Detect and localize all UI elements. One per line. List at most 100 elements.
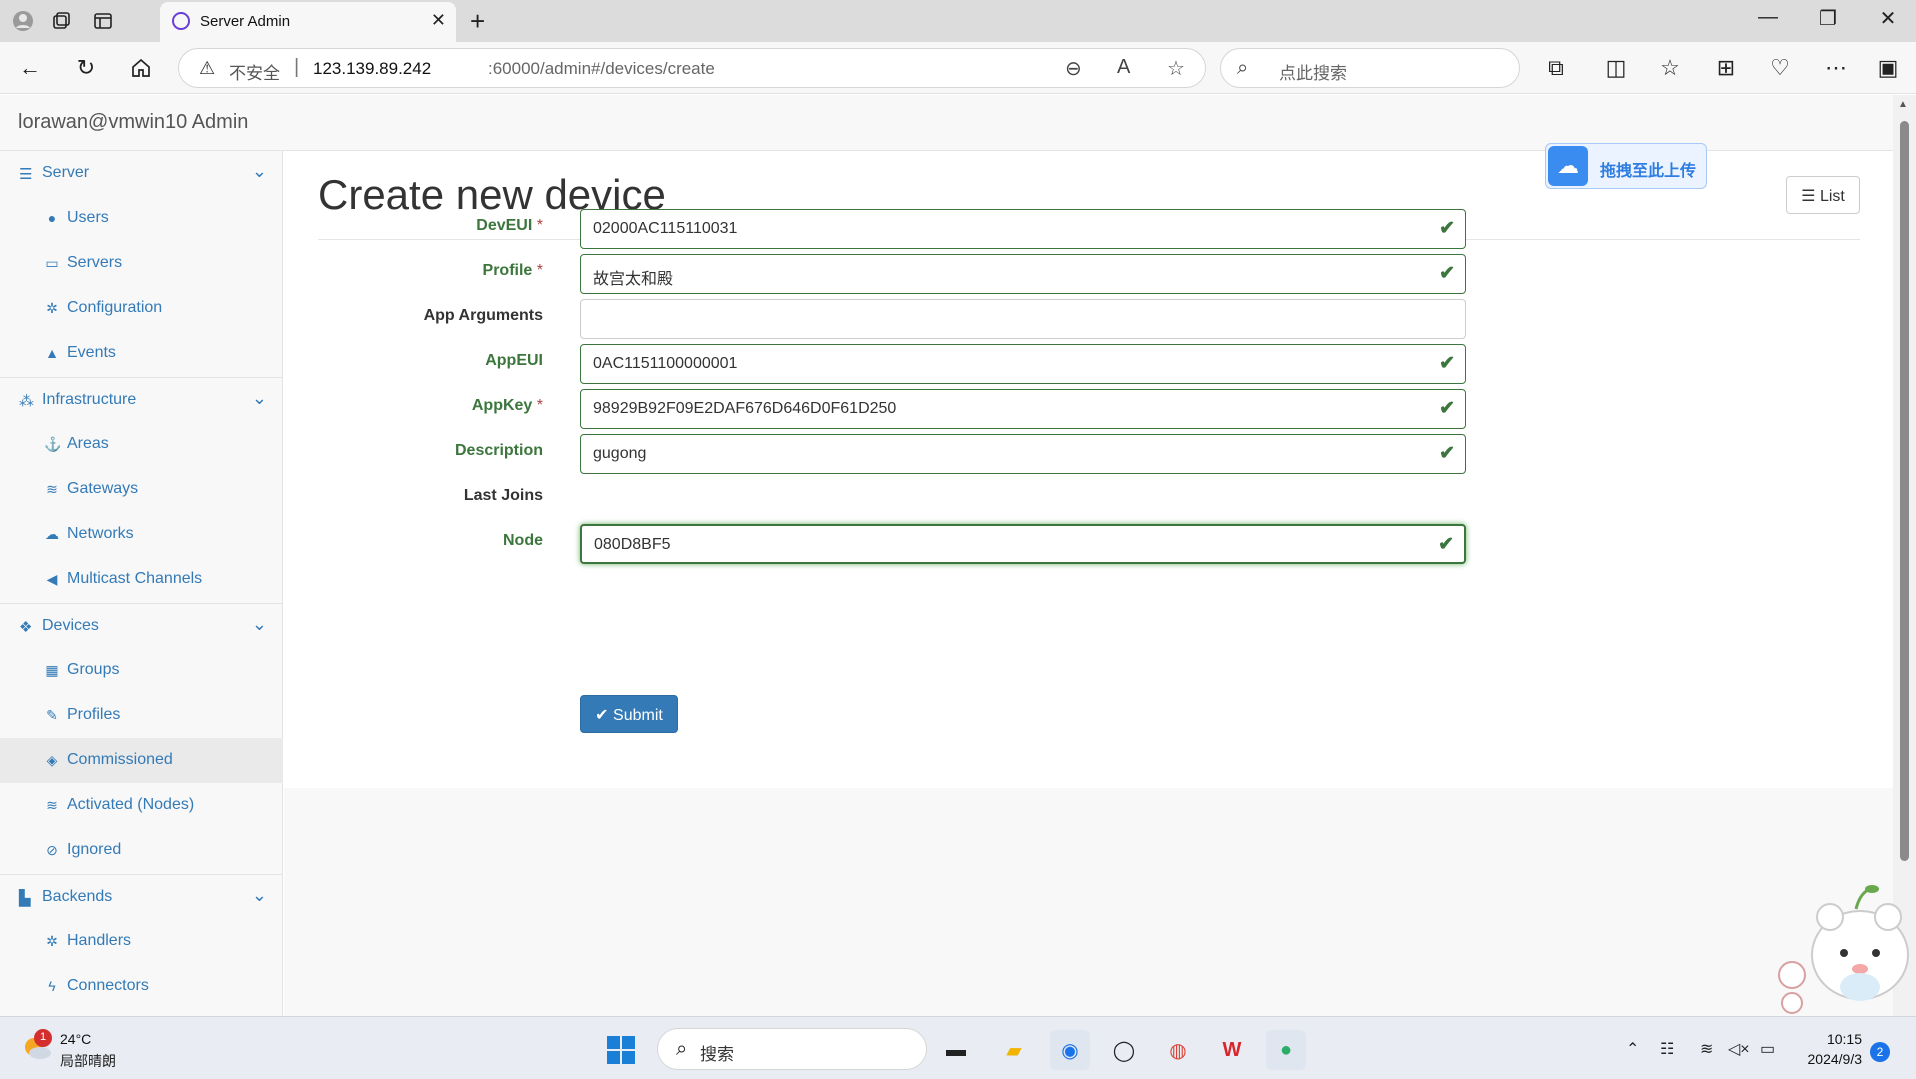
wechat-icon[interactable]: ● <box>1266 1030 1306 1070</box>
bolt-icon: ϟ <box>48 978 56 994</box>
sidebar-item-connectors[interactable]: ϟ Connectors <box>0 964 283 1009</box>
appkey-input[interactable]: 98929B92F09E2DAF676D646D0F61D250 ✔ <box>580 389 1466 429</box>
tray-overflow-icon[interactable]: ⌃ <box>1626 1039 1639 1059</box>
sidebar-item-configuration[interactable]: ✲ Configuration <box>0 286 283 331</box>
app-arguments-input[interactable] <box>580 299 1466 339</box>
wifi-icon[interactable]: ≋ <box>1700 1039 1713 1059</box>
chevron-down-icon: ⌄ <box>251 388 267 408</box>
new-tab-icon[interactable]: + <box>470 6 485 37</box>
refresh-icon[interactable]: ↻ <box>72 54 100 82</box>
appeui-input[interactable]: 0AC1151100000001 ✔ <box>580 344 1466 384</box>
node-input[interactable]: 080D8BF5 ✔ <box>580 524 1466 564</box>
back-icon[interactable]: ← <box>16 54 44 82</box>
favorites-icon[interactable]: ☆ <box>1656 54 1684 82</box>
field-label-appeui: AppEUI <box>284 352 543 370</box>
field-label-text: Description <box>454 442 543 459</box>
sidebar-group-infrastructure[interactable]: ⁂ Infrastructure ⌄ <box>0 377 283 422</box>
browser-essentials-icon[interactable]: ♡ <box>1766 54 1794 82</box>
vertical-tabs-icon[interactable] <box>90 8 116 34</box>
check-icon: ✔ <box>1439 443 1455 464</box>
sidebar-item-multicast-channels[interactable]: ◀ Multicast Channels <box>0 557 283 602</box>
sidebar-item-events[interactable]: ▲ Events <box>0 331 283 376</box>
field-label-text: App Arguments <box>423 307 543 324</box>
sidebar-group-backends[interactable]: ▙ Backends ⌄ <box>0 874 283 919</box>
close-tab-icon[interactable]: ✕ <box>431 10 446 31</box>
warning-icon[interactable]: ⚠ <box>199 58 215 79</box>
profile-select[interactable]: 故宫太和殿 ✔ <box>580 254 1466 294</box>
list-button-label: List <box>1819 188 1845 205</box>
sidebar-item-servers[interactable]: ▭ Servers <box>0 241 283 286</box>
app-brand[interactable]: lorawan@vmwin10 Admin <box>18 111 248 134</box>
upload-widget-label: 拖拽至此上传 <box>1600 163 1697 180</box>
deveui-input[interactable]: 02000AC115110031 ✔ <box>580 209 1466 249</box>
sidebar-item-groups[interactable]: ▦ Groups <box>0 648 283 693</box>
submit-button[interactable]: ✔ Submit <box>580 695 678 733</box>
required-marker: * <box>536 262 543 279</box>
notification-badge[interactable]: 2 <box>1870 1042 1890 1062</box>
upload-widget[interactable]: ☁ 拖拽至此上传 <box>1545 143 1707 189</box>
profile-icon[interactable] <box>10 8 36 34</box>
tab-title: Server Admin <box>200 13 291 30</box>
read-aloud-icon[interactable]: A <box>1117 56 1130 79</box>
clock-date[interactable]: 2024/9/3 <box>1792 1051 1863 1067</box>
collections-icon[interactable]: ⊞ <box>1712 54 1740 82</box>
cubes-icon: ❖ <box>19 619 33 636</box>
input-method-icon[interactable]: ☷ <box>1660 1039 1674 1059</box>
workspaces-icon[interactable] <box>48 8 74 34</box>
restore-icon[interactable]: ❐ <box>1808 6 1848 31</box>
sidebar: ☰ Server ⌄ ● Users ▭ Servers ✲ Configura… <box>0 151 283 1016</box>
weather-temperature[interactable]: 24°C <box>60 1031 91 1047</box>
sidebar-toggle-icon[interactable]: ▣ <box>1874 54 1902 82</box>
dell-icon[interactable]: ◯ <box>1104 1030 1144 1070</box>
wps-office-icon[interactable]: W <box>1212 1030 1252 1070</box>
extensions-icon[interactable]: ⧉ <box>1542 54 1570 82</box>
more-icon[interactable]: ⋯ <box>1822 54 1850 82</box>
battery-icon[interactable]: ▭ <box>1760 1039 1775 1059</box>
chevron-down-icon: ⌄ <box>251 161 267 181</box>
desktop-icon: ▭ <box>45 255 59 271</box>
search-icon: ⌕ <box>1237 57 1249 79</box>
favorite-star-icon[interactable]: ☆ <box>1167 56 1185 81</box>
home-icon[interactable] <box>127 54 155 82</box>
windows-start-icon[interactable] <box>606 1035 636 1065</box>
cogs-icon: ✲ <box>46 933 58 949</box>
url-separator: | <box>294 56 300 78</box>
sidebar-group-devices[interactable]: ❖ Devices ⌄ <box>0 603 283 648</box>
chrome-icon[interactable]: ◍ <box>1158 1030 1198 1070</box>
sidebar-item-activated-nodes[interactable]: ≋ Activated (Nodes) <box>0 783 283 828</box>
profile-value: 故宫太和殿 <box>593 271 674 288</box>
browser-tab[interactable]: Server Admin ✕ <box>160 2 456 42</box>
zoom-out-icon[interactable]: ⊖ <box>1065 56 1082 81</box>
weather-description[interactable]: 局部晴朗 <box>60 1051 116 1071</box>
field-label-text: Profile <box>482 262 533 279</box>
minimize-icon[interactable]: — <box>1748 6 1788 29</box>
submit-label: Submit <box>613 707 663 724</box>
sidebar-item-ignored[interactable]: ⊘ Ignored <box>0 828 283 873</box>
description-input[interactable]: gugong ✔ <box>580 434 1466 474</box>
sidebar-item-networks[interactable]: ☁ Networks <box>0 512 283 557</box>
sidebar-item-handlers[interactable]: ✲ Handlers <box>0 919 283 964</box>
taskbar-search[interactable]: ⌕ 搜索 <box>657 1028 927 1070</box>
scrollbar-thumb[interactable] <box>1900 121 1909 861</box>
window-close-icon[interactable]: ✕ <box>1868 6 1908 31</box>
task-view-icon[interactable]: ▬ <box>936 1030 976 1070</box>
list-button[interactable]: ☰ List <box>1786 176 1860 214</box>
sidebar-item-profiles[interactable]: ✎ Profiles <box>0 693 283 738</box>
clock-time[interactable]: 10:15 <box>1792 1031 1862 1047</box>
file-explorer-icon[interactable]: ▰ <box>994 1030 1034 1070</box>
edge-browser-icon[interactable]: ◉ <box>1050 1030 1090 1070</box>
grid-icon: ▦ <box>45 662 59 678</box>
address-bar[interactable]: ⚠ 不安全 | 123.139.89.242 :60000/admin#/dev… <box>178 48 1206 88</box>
field-label-app-arguments: App Arguments <box>284 307 543 325</box>
sidebar-item-users[interactable]: ● Users <box>0 196 283 241</box>
appkey-value: 98929B92F09E2DAF676D646D0F61D250 <box>593 400 897 417</box>
sidebar-item-commissioned[interactable]: ◈ Commissioned <box>0 738 283 783</box>
sidebar-group-server[interactable]: ☰ Server ⌄ <box>0 151 283 196</box>
browser-search-box[interactable]: ⌕ 点此搜索 <box>1220 48 1520 88</box>
sidebar-item-areas[interactable]: ⚓ Areas <box>0 422 283 467</box>
split-screen-icon[interactable]: ◫ <box>1602 54 1630 82</box>
volume-muted-icon[interactable]: ◁× <box>1728 1039 1750 1059</box>
sidebar-item-gateways[interactable]: ≋ Gateways <box>0 467 283 512</box>
scroll-up-icon[interactable]: ▲ <box>1898 99 1908 110</box>
check-icon: ✔ <box>1439 263 1455 284</box>
